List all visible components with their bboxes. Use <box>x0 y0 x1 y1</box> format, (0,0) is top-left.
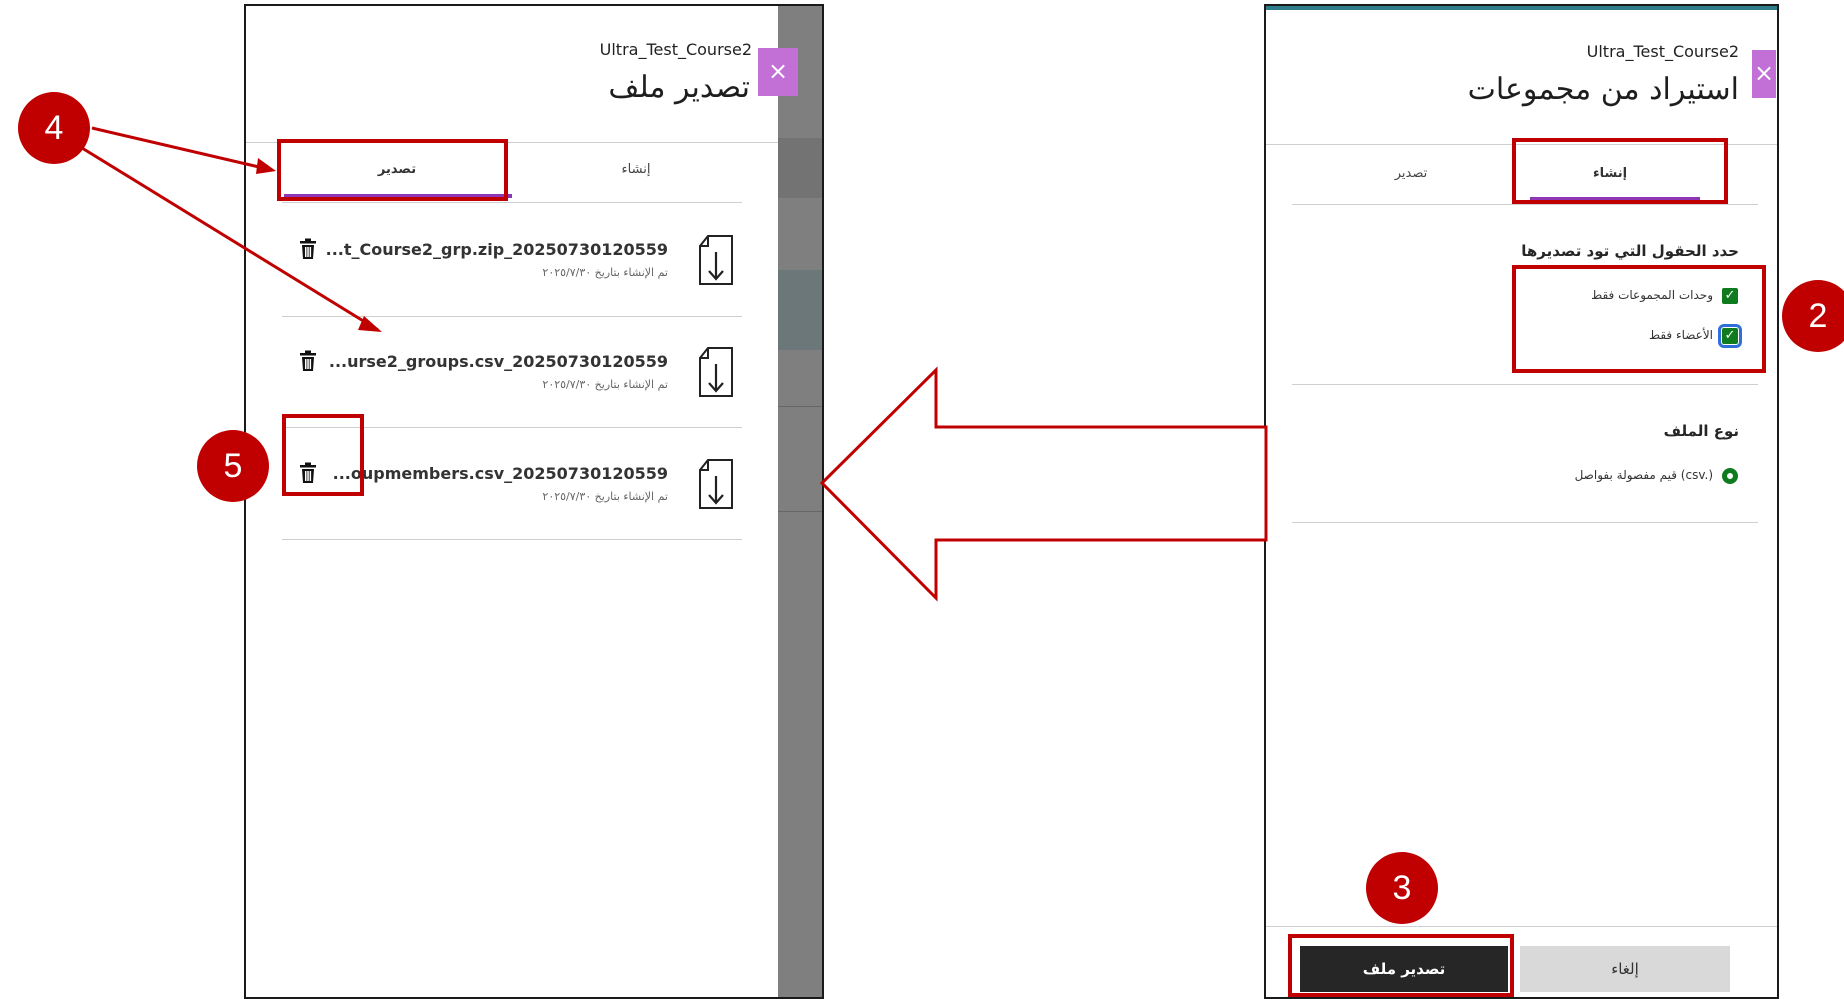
highlight-delete-button <box>282 414 364 496</box>
left-arrow-shape <box>819 366 1268 602</box>
step-badge-4: 4 <box>18 92 90 164</box>
highlight-export-button <box>1288 934 1514 997</box>
highlight-export-tab <box>277 139 508 201</box>
step-badge-5: 5 <box>197 430 269 502</box>
pointer-arrowhead <box>256 158 276 174</box>
highlight-create-tab <box>1512 138 1728 204</box>
step-badge-3: 3 <box>1366 852 1438 924</box>
step-badge-2: 2 <box>1782 280 1844 352</box>
highlight-checkboxes <box>1512 265 1766 373</box>
pointer-line <box>91 126 273 172</box>
